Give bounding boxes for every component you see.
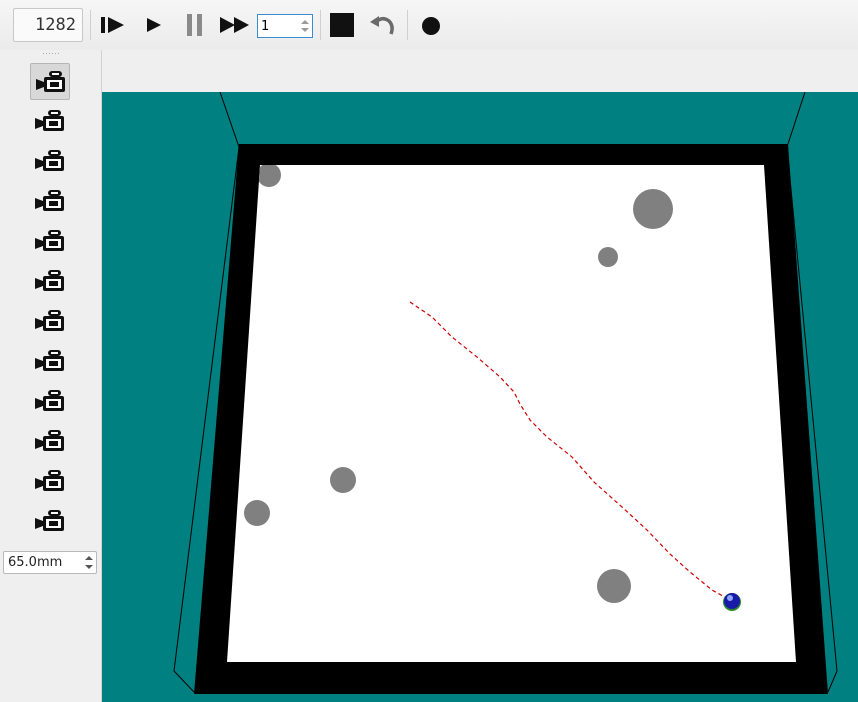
camera-button-3[interactable]: [30, 143, 70, 180]
video-camera-icon: [35, 390, 64, 411]
focal-length-spinbox[interactable]: [3, 551, 97, 574]
camera-button-5[interactable]: [30, 223, 70, 260]
obstacle-cylinder[interactable]: [330, 467, 356, 493]
pause-button[interactable]: [180, 10, 210, 40]
play-icon: [147, 18, 161, 32]
stop-button[interactable]: [327, 10, 357, 40]
camera-panel: [0, 50, 102, 702]
camera-button-9[interactable]: [30, 383, 70, 420]
camera-button-12[interactable]: [30, 503, 70, 540]
spin-arrows-icon[interactable]: [83, 553, 95, 572]
video-camera-icon: [35, 430, 64, 451]
speed-input[interactable]: [258, 15, 301, 37]
robot-highlight: [727, 595, 733, 601]
video-camera-icon: [35, 270, 64, 291]
video-camera-icon: [35, 510, 64, 531]
simulation-toolbar: 1282: [0, 0, 858, 51]
speed-spinbox[interactable]: [257, 14, 313, 38]
camera-button-2[interactable]: [30, 103, 70, 140]
arena-scene[interactable]: [102, 92, 858, 702]
video-camera-icon: [35, 470, 64, 491]
video-camera-icon: [35, 150, 64, 171]
camera-button-8[interactable]: [30, 343, 70, 380]
play-button[interactable]: [139, 10, 169, 40]
obstacle-cylinder[interactable]: [244, 500, 270, 526]
toolbar-separator: [320, 10, 321, 40]
fast-forward-icon: [220, 17, 249, 33]
video-camera-icon: [35, 110, 64, 131]
pause-icon: [187, 14, 202, 36]
record-icon: [422, 17, 440, 35]
arena-viewport[interactable]: [102, 50, 858, 702]
camera-button-7[interactable]: [30, 303, 70, 340]
robot[interactable]: [723, 593, 741, 611]
step-forward-icon: [101, 17, 124, 33]
camera-button-6[interactable]: [30, 263, 70, 300]
video-camera-icon: [35, 230, 64, 251]
camera-button-1[interactable]: [30, 63, 70, 100]
video-camera-icon: [35, 190, 64, 211]
camera-button-10[interactable]: [30, 423, 70, 460]
robot-body: [724, 593, 740, 609]
toolbar-separator: [407, 10, 408, 40]
step-counter-display: 1282: [13, 8, 83, 42]
video-camera-icon: [35, 350, 64, 371]
obstacle-cylinder[interactable]: [597, 569, 631, 603]
toolbar-separator: [90, 10, 91, 40]
stop-icon: [330, 13, 354, 37]
step-button[interactable]: [98, 10, 128, 40]
dock-grip[interactable]: [42, 52, 60, 56]
video-camera-icon: [35, 310, 64, 331]
spin-arrows-icon[interactable]: [299, 16, 311, 36]
obstacle-cylinder[interactable]: [633, 189, 673, 229]
camera-button-11[interactable]: [30, 463, 70, 500]
focal-length-input[interactable]: [4, 552, 84, 573]
obstacle-cylinder[interactable]: [257, 163, 281, 187]
obstacle-cylinder[interactable]: [598, 247, 618, 267]
undo-icon: [370, 16, 394, 35]
arena-floor[interactable]: [227, 165, 796, 662]
record-button[interactable]: [416, 10, 446, 40]
video-camera-icon: [36, 71, 65, 92]
fast-forward-button[interactable]: [219, 10, 249, 40]
camera-button-4[interactable]: [30, 183, 70, 220]
reset-button[interactable]: [367, 10, 397, 40]
